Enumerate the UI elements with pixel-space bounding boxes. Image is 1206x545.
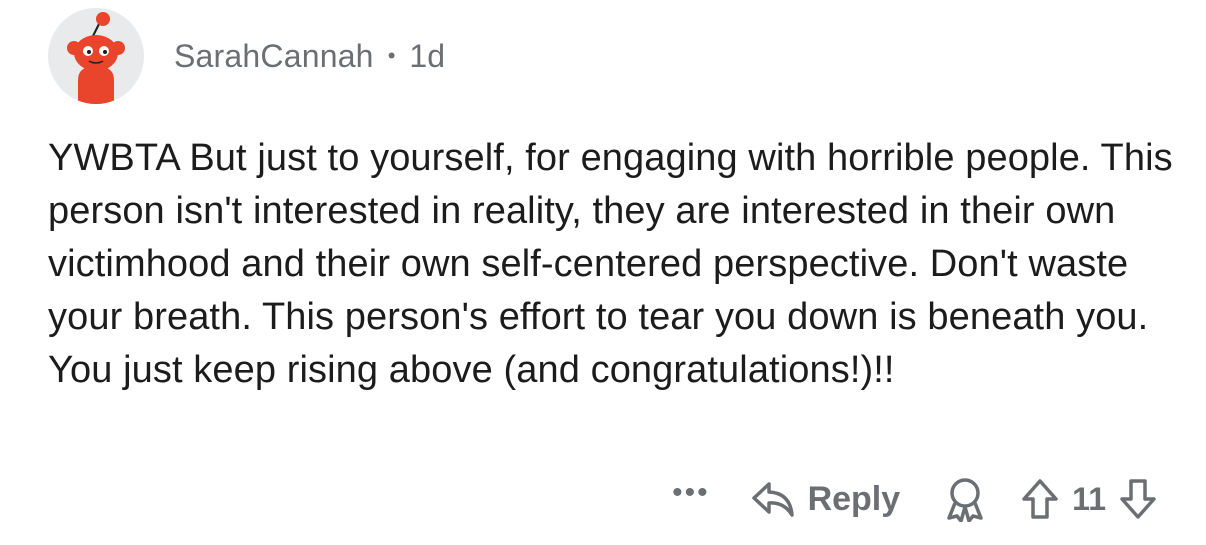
comment-header: SarahCannah • 1d (48, 8, 445, 104)
reply-button[interactable]: Reply (750, 478, 901, 520)
reply-label: Reply (807, 479, 901, 518)
snoo-icon (67, 12, 125, 104)
more-options-icon[interactable]: ••• (672, 478, 710, 508)
username[interactable]: SarahCannah (174, 38, 374, 75)
comment-age: 1d (409, 37, 445, 74)
downvote-button[interactable] (1118, 477, 1158, 521)
user-avatar[interactable] (48, 8, 144, 104)
downvote-arrow-icon (1120, 479, 1156, 519)
vote-score: 11 (1072, 480, 1106, 517)
comment-meta: SarahCannah • 1d (174, 38, 445, 75)
comment: SarahCannah • 1d YWBTA But just to yours… (0, 0, 1206, 545)
vote-controls: 11 (1020, 477, 1158, 521)
award-button[interactable] (944, 476, 986, 522)
upvote-button[interactable] (1020, 477, 1060, 521)
upvote-arrow-icon (1022, 479, 1058, 519)
meta-separator: • (387, 43, 396, 68)
reply-arrow-icon (751, 482, 794, 517)
comment-actions: ••• Reply 11 (672, 470, 1158, 528)
award-icon (947, 478, 983, 522)
comment-body: YWBTA But just to yourself, for engaging… (48, 137, 1173, 391)
